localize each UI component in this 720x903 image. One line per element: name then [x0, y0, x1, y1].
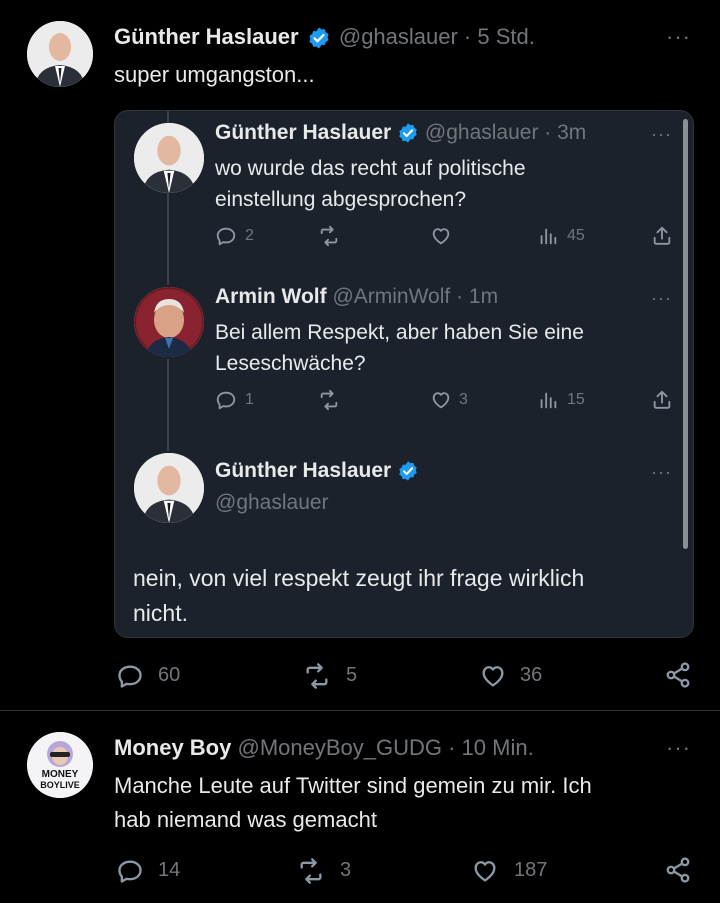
like-count: 3: [459, 391, 468, 408]
retweet-count: 3: [340, 859, 352, 881]
thread-line: [167, 193, 169, 285]
views-icon[interactable]: [537, 225, 559, 247]
more-options-icon[interactable]: ···: [651, 125, 672, 143]
author-handle[interactable]: @ghaslauer: [215, 491, 329, 515]
share-icon[interactable]: [651, 389, 673, 411]
scrollbar[interactable]: [683, 119, 688, 549]
author-name[interactable]: Günther Haslauer: [215, 459, 391, 482]
tweet[interactable]: Günther Haslauer @ghaslauer · 5 Std. ···…: [0, 0, 720, 710]
views-icon[interactable]: [537, 389, 559, 411]
reply-icon[interactable]: [116, 662, 144, 690]
like-icon[interactable]: [470, 857, 500, 885]
more-options-icon[interactable]: ···: [651, 463, 672, 481]
reply-text-line: Bei allem Respekt, aber haben Sie eine: [215, 321, 584, 344]
avatar[interactable]: [27, 21, 93, 87]
author-handle-time[interactable]: @ghaslauer · 3m: [425, 121, 586, 144]
author-handle-time[interactable]: @ghaslauer · 5 Std.: [339, 24, 535, 49]
reply-count: 1: [245, 391, 254, 408]
more-options-icon[interactable]: ···: [651, 289, 672, 307]
more-options-icon[interactable]: ···: [666, 737, 691, 759]
views-count: 15: [567, 391, 585, 408]
author-handle-time[interactable]: @ArminWolf · 1m: [332, 285, 498, 308]
avatar[interactable]: [134, 453, 204, 523]
author-name[interactable]: Money Boy: [114, 735, 231, 760]
thread-line: [167, 359, 169, 451]
share-icon[interactable]: [664, 856, 692, 884]
tweet-text-line: hab niemand was gemacht: [114, 807, 377, 832]
avatar-text: BOYLIVE: [40, 780, 80, 790]
author-name[interactable]: Günther Haslauer: [215, 121, 391, 144]
retweet-count: 5: [346, 664, 358, 686]
share-icon[interactable]: [664, 661, 692, 689]
share-icon[interactable]: [651, 225, 673, 247]
verified-badge-icon: [397, 460, 419, 482]
reply-text-line: nicht.: [133, 600, 188, 626]
reply-count: 60: [158, 664, 181, 686]
tweet-text-line: Manche Leute auf Twitter sind gemein zu …: [114, 773, 592, 798]
avatar[interactable]: [134, 287, 204, 357]
quoted-thread-card[interactable]: Günther Haslauer @ghaslauer · 3m ··· wo …: [114, 110, 694, 638]
verified-badge-icon: [307, 26, 331, 50]
like-icon[interactable]: [478, 662, 508, 690]
avatar[interactable]: [134, 123, 204, 193]
reply-count: 14: [158, 859, 181, 881]
like-icon[interactable]: [429, 225, 453, 247]
tweet-text: super umgangston...: [114, 62, 315, 87]
reply-text-line: einstellung abgesprochen?: [215, 188, 467, 211]
author-name[interactable]: Günther Haslauer: [114, 24, 299, 49]
verified-badge-icon: [397, 122, 419, 144]
author-handle-time[interactable]: @MoneyBoy_GUDG · 10 Min.: [237, 735, 533, 760]
reply-count: 2: [245, 227, 254, 244]
reply-text-line: wo wurde das recht auf politische: [215, 157, 526, 180]
like-count: 187: [514, 859, 548, 881]
avatar[interactable]: MONEY BOYLIVE: [27, 732, 93, 798]
more-options-icon[interactable]: ···: [666, 26, 691, 48]
like-icon[interactable]: [429, 389, 453, 411]
retweet-icon[interactable]: [317, 225, 341, 247]
avatar-text: MONEY: [41, 769, 79, 780]
author-name[interactable]: Armin Wolf: [215, 285, 327, 308]
reply-icon[interactable]: [116, 857, 144, 885]
like-count: 36: [520, 664, 543, 686]
views-count: 45: [567, 227, 585, 244]
retweet-icon[interactable]: [317, 389, 341, 411]
reply-text-line: nein, von viel respekt zeugt ihr frage w…: [133, 565, 585, 591]
reply-icon[interactable]: [215, 225, 237, 247]
reply-text-line: Leseschwäche?: [215, 352, 366, 375]
retweet-icon[interactable]: [296, 857, 326, 885]
thread-line: [167, 111, 169, 123]
tweet[interactable]: MONEY BOYLIVE Money Boy @MoneyBoy_GUDG ·…: [0, 711, 720, 903]
reply-icon[interactable]: [215, 389, 237, 411]
retweet-icon[interactable]: [302, 662, 332, 690]
